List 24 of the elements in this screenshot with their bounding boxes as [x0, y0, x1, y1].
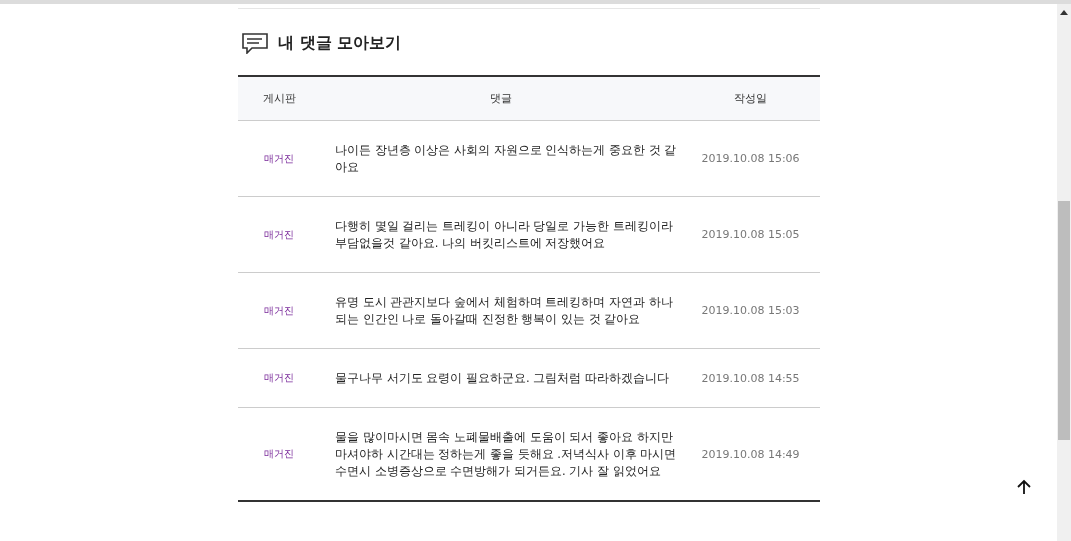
- scrollbar-thumb[interactable]: [1058, 201, 1070, 440]
- arrow-up-icon: [1017, 479, 1031, 495]
- date-cell-text: 2019.10.08 14:55: [700, 371, 801, 385]
- comment-text[interactable]: 물을 많이마시면 몸속 노폐물배출에 도움이 되서 좋아요 하지만 마셔야하 시간대는 정하는게 좋을 듯해요 .저녁식사 이후 마시면 수면시 소병증상으로 수면방해가 되거든요. 기사 잘 읽었어요: [320, 420, 681, 488]
- section-title: 내 댓글 모아보기: [278, 32, 402, 54]
- scrollbar[interactable]: [1057, 4, 1071, 541]
- board-link[interactable]: 매거진: [238, 227, 320, 242]
- board-link[interactable]: 매거진: [238, 447, 320, 461]
- date-cell-text: 2019.10.08 15:03: [700, 304, 801, 317]
- scroll-up-icon[interactable]: [1060, 10, 1068, 15]
- date-cell-text: 2019.10.08 15:05: [700, 228, 801, 241]
- board-link[interactable]: 매거진: [238, 151, 320, 166]
- comment-text[interactable]: 나이든 장년층 이상은 사회의 자원으로 인식하는게 중요한 것 같아요: [320, 133, 681, 184]
- board-link[interactable]: 매거진: [238, 371, 320, 385]
- date-cell-text: 2019.10.08 15:06: [700, 152, 801, 165]
- comment-text[interactable]: 물구나무 서기도 요령이 필요하군요. 그림처럼 따라하겠습니다: [320, 361, 681, 395]
- column-header: 작성일: [733, 91, 768, 106]
- comment-text[interactable]: 다행히 몇일 걸리는 트레킹이 아니라 당일로 가능한 트레킹이라 부담없을것 같아요. 나의 버킷리스트에 저장했어요: [320, 209, 681, 260]
- date-cell-text: 2019.10.08 14:49: [700, 447, 801, 461]
- column-header: 게시판: [261, 91, 297, 106]
- column-header: 댓글: [488, 91, 513, 106]
- comment-icon: [242, 32, 268, 54]
- board-link[interactable]: 매거진: [238, 303, 320, 318]
- comment-text[interactable]: 유명 도시 관관지보다 숲에서 체험하며 트레킹하며 자연과 하나되는 인간인 나로 돌아갈때 진정한 행복이 있는 것 같아요: [320, 285, 681, 336]
